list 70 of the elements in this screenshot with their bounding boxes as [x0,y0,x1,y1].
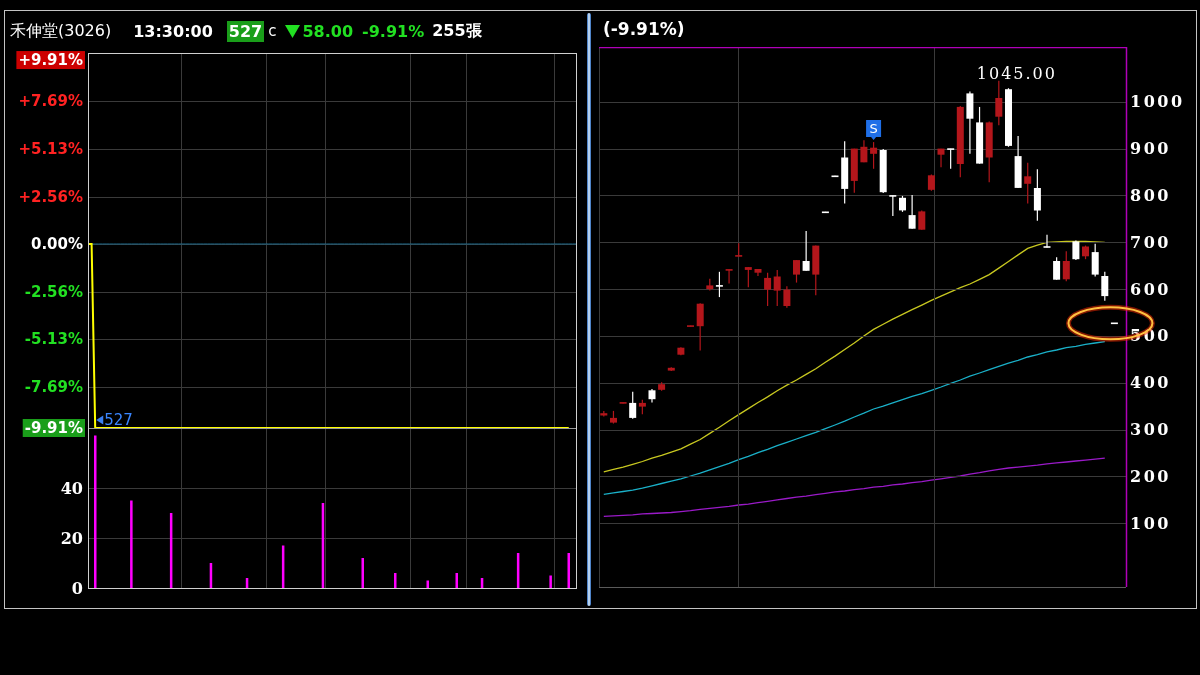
candlestick [1101,271,1109,302]
candlestick [927,173,935,192]
y-axis-label: -9.91% [22,419,85,437]
y-axis-label: -5.13% [24,330,83,349]
last-price: 527 [226,20,265,42]
candlestick [812,245,820,296]
candlestick [677,346,685,356]
candlestick [918,209,926,231]
y-axis-label: 40 [60,478,83,498]
candlestick [648,388,656,404]
candlestick [860,139,868,163]
candlestick [754,268,762,277]
price-change: 58.00 [302,21,354,41]
price-marker-label: 527 [104,411,133,429]
y-axis-label: +2.56% [18,187,83,206]
candlestick [725,268,733,285]
y-axis-label: 300 [1130,420,1171,440]
y-axis-label: 0 [71,578,83,598]
candlestick [735,242,743,257]
y-axis-label: +7.69% [18,92,83,111]
y-axis-label: 700 [1130,232,1171,252]
y-axis-label: 500 [1130,326,1171,346]
signal-marker: S [866,120,882,141]
candlestick [1091,243,1099,278]
candlestick [600,410,608,418]
y-axis-label: 100 [1130,513,1171,533]
candlestick [1043,234,1051,249]
y-axis-label: 20 [60,528,83,548]
candlestick [1005,87,1012,148]
candlestick [1072,239,1080,261]
stock-name: 禾伸堂(3026) [10,20,112,42]
candlestick [696,302,704,352]
candlestick [995,80,1003,126]
candlestick [889,194,897,217]
y-axis-label: 400 [1130,373,1171,393]
candlestick [821,211,829,214]
candlestick [1110,322,1118,325]
candlestick [937,148,945,168]
candlestick [783,285,791,309]
left-arrow-icon [96,415,104,425]
y-axis-label: 1000 [1130,92,1185,112]
chart-title: (-9.91%) [603,19,685,39]
quote-time: 13:30:00 [133,21,213,41]
candlestick [658,381,666,392]
trade-volume: 255張 [432,20,482,42]
y-axis-label: 600 [1130,279,1171,299]
y-axis-label: 0.00% [30,235,83,254]
candlestick [899,195,906,213]
candlestick [619,401,627,404]
candlestick [744,266,752,288]
price-suffix-text: c [268,22,277,40]
change-percent: -9.91% [362,21,425,41]
candlestick [966,90,974,155]
candlestick [1014,135,1022,189]
candlestick [793,259,800,284]
candlestick [1082,245,1089,260]
y-axis-label: -7.69% [24,377,83,396]
candlestick [687,325,694,328]
y-axis-label: 200 [1130,466,1171,486]
candlestick [610,410,617,425]
y-axis-label: +5.13% [18,139,83,158]
y-axis-label: -2.56% [24,282,83,301]
candlestick [667,366,675,372]
candlestick [831,175,839,178]
y-axis-label: 800 [1130,185,1171,205]
candlestick [908,194,916,230]
y-axis-label: 900 [1130,139,1171,159]
candlestick [802,230,810,272]
y-axis-label: +9.91% [16,51,85,70]
price-label: 1045.00 [976,63,1057,83]
